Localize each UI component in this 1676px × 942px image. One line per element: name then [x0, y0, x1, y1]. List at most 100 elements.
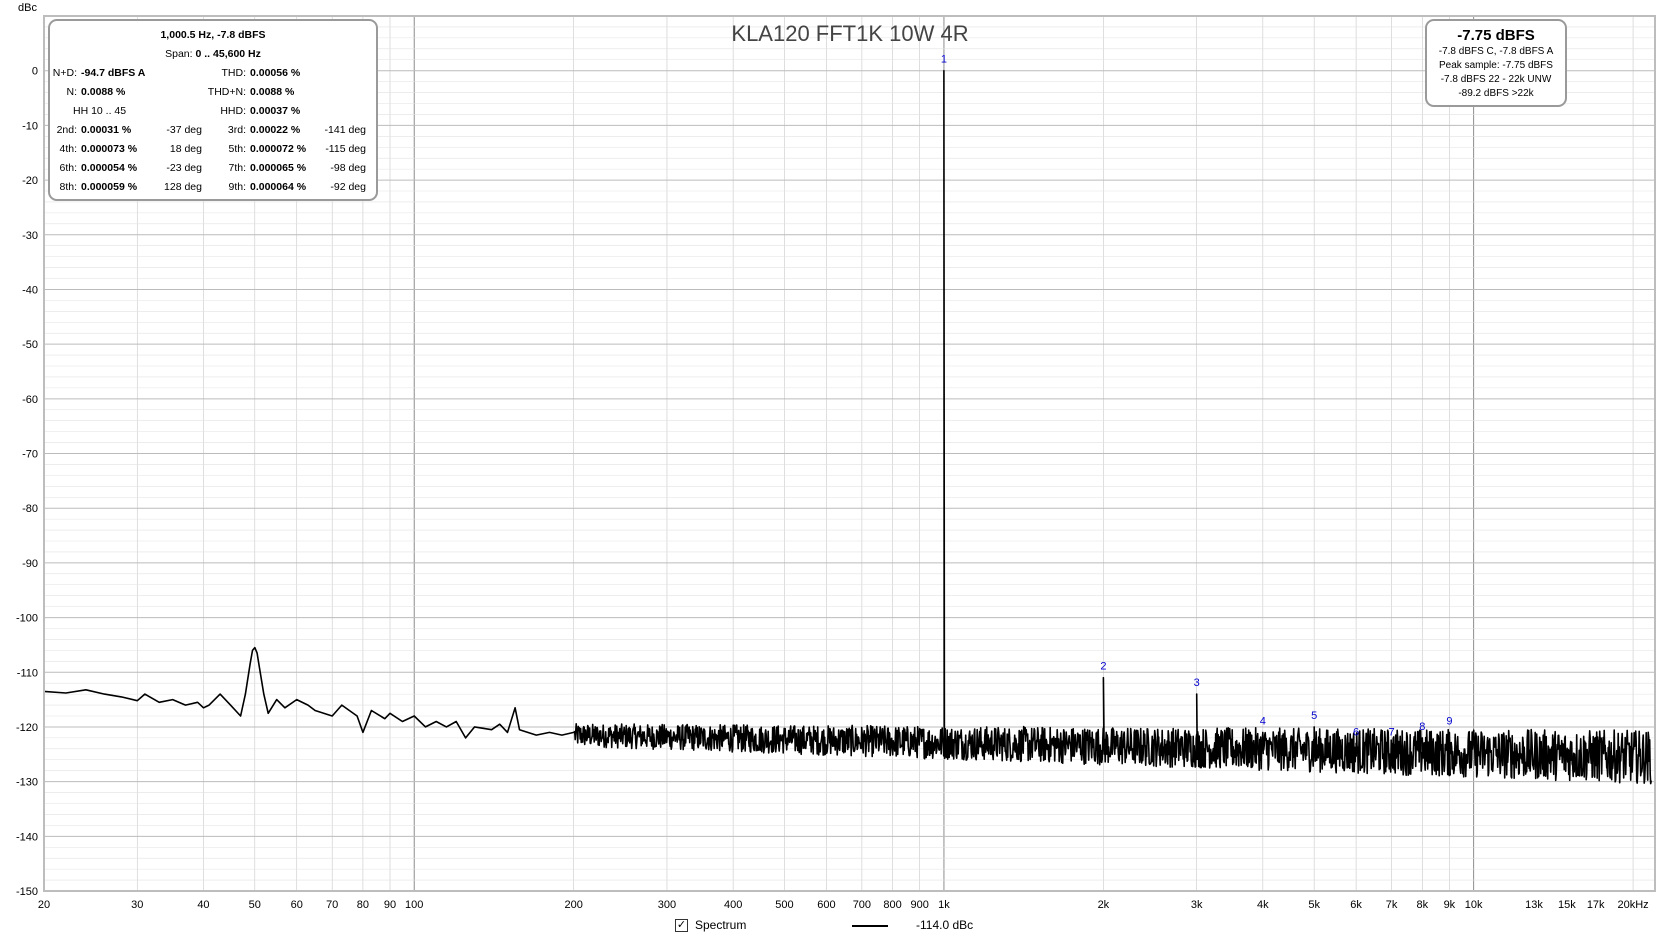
- legend-cursor-value: -114.0 dBc: [916, 918, 974, 932]
- x-tick-label: 9k: [1444, 899, 1456, 911]
- harmonic-marker-label: 7: [1389, 726, 1395, 738]
- x-tick-label: 30: [131, 899, 143, 911]
- nd-label: N+D:: [52, 67, 77, 79]
- x-tick-label: 500: [775, 899, 793, 911]
- x-tick-label: 7k: [1386, 899, 1398, 911]
- y-tick-label: -150: [16, 886, 38, 898]
- y-tick-label: -120: [16, 722, 38, 734]
- x-tick-label: 300: [658, 899, 676, 911]
- x-tick-label: 60: [291, 899, 303, 911]
- harmonic-label: 7th:: [228, 162, 246, 174]
- x-tick-label: 15k: [1558, 899, 1576, 911]
- level-peak-sample: Peak sample: -7.75 dBFS: [1439, 60, 1553, 71]
- hhd-value: 0.00037 %: [250, 105, 301, 117]
- n-label: N:: [66, 86, 78, 98]
- x-tick-labels: 20 30 40 50 60 70 80 90 100 200 300 400 500 600 700 800…: [38, 899, 1649, 911]
- harmonic-phase: -92 deg: [330, 181, 366, 193]
- y-tick-label: -40: [22, 284, 38, 296]
- y-tick-label: -60: [22, 394, 38, 406]
- legend: ✓ Spectrum -114.0 dBc: [0, 915, 1676, 937]
- y-tick-label: -130: [16, 777, 38, 789]
- x-tick-label: 20: [38, 899, 50, 911]
- y-tick-label: -90: [22, 558, 38, 570]
- y-tick-label: 0: [32, 66, 38, 78]
- hh-range-label: HH 10 .. 45: [73, 105, 127, 117]
- harmonic-label: 6th:: [59, 162, 77, 174]
- x-tick-label: 1k: [938, 899, 950, 911]
- thd-value: 0.00056 %: [250, 67, 301, 79]
- stats-frequency-level: 1,000.5 Hz, -7.8 dBFS: [160, 29, 266, 41]
- y-tick-label: -100: [16, 613, 38, 625]
- y-tick-label: -20: [22, 175, 38, 187]
- harmonic-phase: -115 deg: [325, 143, 366, 155]
- legend-series-label: Spectrum: [695, 918, 747, 932]
- x-tick-label: 4k: [1257, 899, 1269, 911]
- y-tick-label: -110: [17, 667, 38, 679]
- x-tick-label: 40: [197, 899, 209, 911]
- harmonic-marker-label: 8: [1419, 721, 1425, 733]
- level-readout-panel: -7.75 dBFS -7.8 dBFS C, -7.8 dBFS A Peak…: [1425, 19, 1567, 107]
- nd-value: -94.7 dBFS A: [81, 67, 146, 79]
- span-label: Span:: [165, 48, 193, 60]
- level-weighted: -7.8 dBFS C, -7.8 dBFS A: [1438, 46, 1554, 57]
- level-main: -7.75 dBFS: [1457, 27, 1535, 44]
- harmonic-marker-label: 2: [1100, 661, 1106, 673]
- x-tick-label: 5k: [1308, 899, 1320, 911]
- x-tick-label: 400: [724, 899, 742, 911]
- y-tick-label: -70: [22, 449, 38, 461]
- harmonic-label: 8th:: [59, 181, 77, 193]
- thdn-value: 0.0088 %: [250, 86, 295, 98]
- spectrum-visibility-checkbox[interactable]: ✓: [675, 919, 688, 932]
- harmonic-phase: -37 deg: [166, 124, 202, 136]
- x-tick-label: 13k: [1525, 899, 1543, 911]
- x-tick-label: 3k: [1191, 899, 1203, 911]
- x-tick-label: 100: [405, 899, 423, 911]
- x-tick-label: 8k: [1416, 899, 1428, 911]
- harmonic-percent: 0.00022 %: [250, 124, 301, 136]
- legend-line-swatch: [852, 925, 888, 927]
- x-tick-label: 6k: [1350, 899, 1362, 911]
- harmonic-percent: 0.000059 %: [81, 181, 138, 193]
- y-tick-label: -30: [22, 230, 38, 242]
- span-value: 0 .. 45,600 Hz: [195, 48, 261, 60]
- harmonic-phase: 18 deg: [169, 143, 202, 155]
- x-tick-label: 800: [883, 899, 901, 911]
- y-tick-label: -80: [22, 503, 38, 515]
- n-value: 0.0088 %: [81, 86, 126, 98]
- x-tick-label: 900: [911, 899, 929, 911]
- stats-span: Span: 0 .. 45,600 Hz: [50, 48, 376, 60]
- y-tick-label: -10: [22, 120, 38, 132]
- thd-label: THD:: [221, 67, 247, 79]
- x-tick-label: 600: [817, 899, 835, 911]
- x-tick-label: 90: [384, 899, 396, 911]
- x-tick-label: 20kHz: [1617, 899, 1648, 911]
- x-tick-label: 200: [565, 899, 583, 911]
- harmonic-percent: 0.000054 %: [81, 162, 138, 174]
- level-unweighted: -7.8 dBFS 22 - 22k UNW: [1440, 74, 1552, 85]
- x-tick-label: 17k: [1587, 899, 1605, 911]
- level-above-22k: -89.2 dBFS >22k: [1458, 88, 1534, 99]
- harmonic-percent: 0.000064 %: [250, 181, 307, 193]
- harmonic-marker-label: 9: [1446, 715, 1452, 727]
- harmonic-marker-label: 1: [941, 54, 947, 66]
- y-tick-label: -50: [22, 339, 38, 351]
- harmonic-marker-label: 3: [1194, 677, 1200, 689]
- harmonic-percent: 0.00031 %: [81, 124, 132, 136]
- y-tick-labels: 0 -10 -20 -30 -40 -50 -60 -70 -80 -90 -100 -110 -120…: [16, 66, 38, 898]
- harmonic-marker-label: 6: [1353, 726, 1359, 738]
- y-tick-label: -140: [16, 831, 38, 843]
- harmonic-marker-label: 5: [1311, 710, 1317, 722]
- harmonic-label: 9th:: [228, 181, 246, 193]
- harmonic-marker-label: 4: [1260, 715, 1266, 727]
- distortion-stats-panel: 1,000.5 Hz, -7.8 dBFS Span: 0 .. 45,600 …: [48, 19, 378, 201]
- harmonic-percent: 0.000072 %: [250, 143, 307, 155]
- x-tick-label: 700: [853, 899, 871, 911]
- harmonic-percent: 0.000065 %: [250, 162, 307, 174]
- hhd-label: HHD:: [220, 105, 246, 117]
- x-tick-label: 80: [357, 899, 369, 911]
- thdn-label: THD+N:: [207, 86, 246, 98]
- x-tick-label: 10k: [1465, 899, 1483, 911]
- harmonic-phase: -141 deg: [324, 124, 366, 136]
- harmonic-phase: -98 deg: [330, 162, 366, 174]
- x-tick-label: 2k: [1098, 899, 1110, 911]
